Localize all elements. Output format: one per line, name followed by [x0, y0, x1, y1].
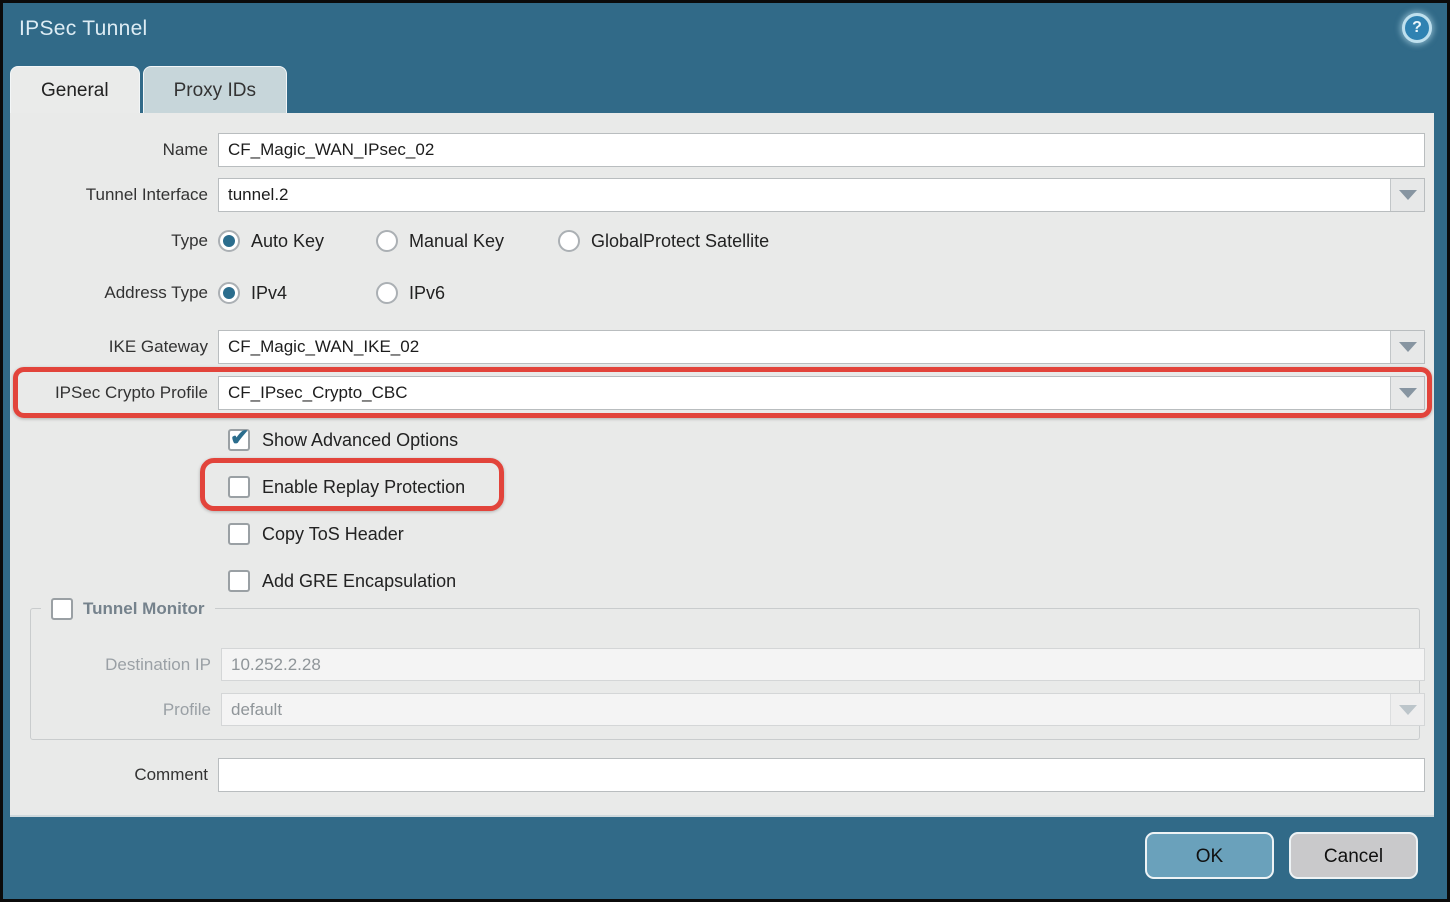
tunnel-monitor-legend: Tunnel Monitor [41, 596, 215, 622]
ok-button[interactable]: OK [1145, 832, 1274, 879]
help-icon[interactable]: ? [1402, 13, 1432, 43]
radio-manual-key-label: Manual Key [409, 231, 525, 252]
type-radio-group: Auto Key Manual Key GlobalProtect Satell… [218, 226, 769, 256]
radio-globalprotect-satellite-label: GlobalProtect Satellite [591, 231, 769, 252]
copy-tos-header-row: Copy ToS Header [228, 521, 404, 547]
tab-proxy-ids[interactable]: Proxy IDs [143, 66, 287, 114]
ike-gateway-dropdown-button[interactable] [1390, 331, 1424, 363]
show-advanced-options-checkbox[interactable] [228, 429, 250, 451]
ike-gateway-label: IKE Gateway [10, 330, 208, 364]
tunnel-interface-input[interactable] [218, 178, 1425, 212]
ipsec-crypto-profile-dropdown-button[interactable] [1390, 377, 1424, 409]
tunnel-interface-combo [218, 178, 1425, 212]
tab-bar: General Proxy IDs [10, 66, 287, 114]
profile-dropdown-button [1390, 694, 1424, 725]
type-row: Type Auto Key Manual Key GlobalProtect S… [10, 226, 1434, 256]
radio-ipv4-label: IPv4 [251, 283, 343, 304]
chevron-down-icon [1399, 342, 1417, 352]
radio-auto-key[interactable] [218, 230, 240, 252]
comment-input[interactable] [218, 758, 1425, 792]
tunnel-interface-label: Tunnel Interface [10, 178, 208, 212]
destination-ip-row: Destination IP [31, 648, 1419, 681]
address-type-radio-group: IPv4 IPv6 [218, 278, 445, 308]
profile-label: Profile [41, 693, 211, 726]
radio-ipv6-label: IPv6 [409, 283, 445, 304]
destination-ip-input [221, 648, 1425, 681]
tunnel-interface-dropdown-button[interactable] [1390, 179, 1424, 211]
add-gre-encapsulation-label: Add GRE Encapsulation [262, 571, 456, 592]
radio-ipv6[interactable] [376, 282, 398, 304]
comment-row: Comment [10, 758, 1434, 792]
comment-label: Comment [10, 758, 208, 792]
ipsec-crypto-profile-combo [218, 376, 1425, 410]
ipsec-crypto-profile-label: IPSec Crypto Profile [10, 376, 208, 410]
tab-general[interactable]: General [10, 66, 140, 114]
tunnel-monitor-label: Tunnel Monitor [83, 599, 205, 619]
destination-ip-field-wrap [221, 648, 1425, 681]
enable-replay-protection-checkbox[interactable] [228, 476, 250, 498]
name-input[interactable] [218, 133, 1425, 167]
name-field-wrap [218, 133, 1425, 167]
show-advanced-options-row: Show Advanced Options [228, 427, 458, 453]
copy-tos-header-checkbox[interactable] [228, 523, 250, 545]
cancel-button[interactable]: Cancel [1289, 832, 1418, 879]
profile-combo [221, 693, 1425, 726]
profile-row: Profile [31, 693, 1419, 726]
chevron-down-icon [1399, 705, 1417, 715]
ike-gateway-row: IKE Gateway [10, 330, 1434, 364]
radio-globalprotect-satellite[interactable] [558, 230, 580, 252]
ipsec-crypto-profile-input[interactable] [218, 376, 1425, 410]
enable-replay-protection-row: Enable Replay Protection [228, 474, 465, 500]
tunnel-monitor-fieldset: Tunnel Monitor Destination IP Profile [30, 608, 1420, 740]
chevron-down-icon [1399, 388, 1417, 398]
radio-manual-key[interactable] [376, 230, 398, 252]
destination-ip-label: Destination IP [41, 648, 211, 681]
radio-auto-key-label: Auto Key [251, 231, 343, 252]
general-tab-panel: Name Tunnel Interface Type Auto Key Manu [10, 113, 1434, 817]
type-label: Type [10, 226, 208, 256]
comment-field-wrap [218, 758, 1425, 792]
add-gre-encapsulation-row: Add GRE Encapsulation [228, 568, 456, 594]
dialog-title: IPSec Tunnel [19, 17, 148, 41]
ipsec-tunnel-dialog: IPSec Tunnel ? General Proxy IDs Name Tu… [0, 0, 1450, 902]
profile-input [221, 693, 1425, 726]
chevron-down-icon [1399, 190, 1417, 200]
address-type-row: Address Type IPv4 IPv6 [10, 278, 1434, 308]
tunnel-interface-row: Tunnel Interface [10, 178, 1434, 212]
radio-ipv4[interactable] [218, 282, 240, 304]
name-label: Name [10, 133, 208, 167]
add-gre-encapsulation-checkbox[interactable] [228, 570, 250, 592]
ike-gateway-combo [218, 330, 1425, 364]
ipsec-crypto-profile-row: IPSec Crypto Profile [10, 376, 1434, 410]
enable-replay-protection-label: Enable Replay Protection [262, 477, 465, 498]
copy-tos-header-label: Copy ToS Header [262, 524, 404, 545]
ike-gateway-input[interactable] [218, 330, 1425, 364]
show-advanced-options-label: Show Advanced Options [262, 430, 458, 451]
tunnel-monitor-checkbox[interactable] [51, 598, 73, 620]
address-type-label: Address Type [10, 278, 208, 308]
name-row: Name [10, 133, 1434, 167]
